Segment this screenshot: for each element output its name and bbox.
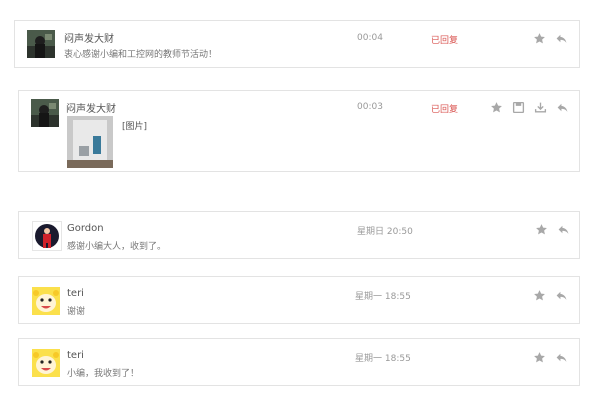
reply-icon[interactable] (557, 223, 570, 236)
reply-icon[interactable] (555, 351, 568, 364)
download-icon[interactable] (534, 101, 547, 114)
status-badge: 已回复 (431, 105, 459, 115)
image-thumbnail[interactable] (67, 116, 113, 168)
message-time: 00:03 (357, 102, 383, 112)
avatar[interactable] (32, 221, 62, 251)
sender-name[interactable]: 闷声发大财 (64, 30, 114, 45)
star-icon[interactable] (535, 223, 548, 236)
message-text: 小编，我收到了！ (67, 369, 140, 379)
message-card[interactable]: teri 谢谢 星期一 18:55 (18, 276, 580, 324)
reply-icon[interactable] (556, 101, 569, 114)
message-card[interactable]: 闷声发大财 [图片] 00:03 已回复 (18, 90, 580, 172)
avatar[interactable] (27, 30, 55, 58)
message-text: 衷心感谢小编和工控网的教师节活动！ (64, 50, 218, 60)
status-badge: 已回复 (431, 36, 459, 46)
message-time: 00:04 (357, 33, 383, 43)
reply-icon[interactable] (555, 32, 568, 45)
avatar[interactable] (32, 349, 60, 377)
message-time: 星期一 18:55 (355, 292, 411, 302)
message-text: [图片] (122, 122, 148, 132)
message-card[interactable]: Gordon 感谢小编大人，收到了。 星期日 20:50 (18, 211, 580, 259)
avatar[interactable] (32, 287, 60, 315)
star-icon[interactable] (490, 101, 503, 114)
sender-name[interactable]: teri (67, 350, 84, 361)
message-text: 感谢小编大人，收到了。 (67, 242, 167, 252)
reply-icon[interactable] (555, 289, 568, 302)
save-icon[interactable] (512, 101, 525, 114)
sender-name[interactable]: teri (67, 288, 84, 299)
message-time: 星期一 18:55 (355, 354, 411, 364)
message-card[interactable]: teri 小编，我收到了！ 星期一 18:55 (18, 338, 580, 386)
avatar[interactable] (31, 99, 59, 127)
message-text: 谢谢 (67, 307, 86, 317)
message-card[interactable]: 闷声发大财 衷心感谢小编和工控网的教师节活动！ 00:04 已回复 (14, 20, 580, 68)
star-icon[interactable] (533, 351, 546, 364)
star-icon[interactable] (533, 289, 546, 302)
message-time: 星期日 20:50 (357, 227, 413, 237)
sender-name[interactable]: Gordon (67, 223, 104, 234)
star-icon[interactable] (533, 32, 546, 45)
sender-name[interactable]: 闷声发大财 (66, 100, 116, 115)
